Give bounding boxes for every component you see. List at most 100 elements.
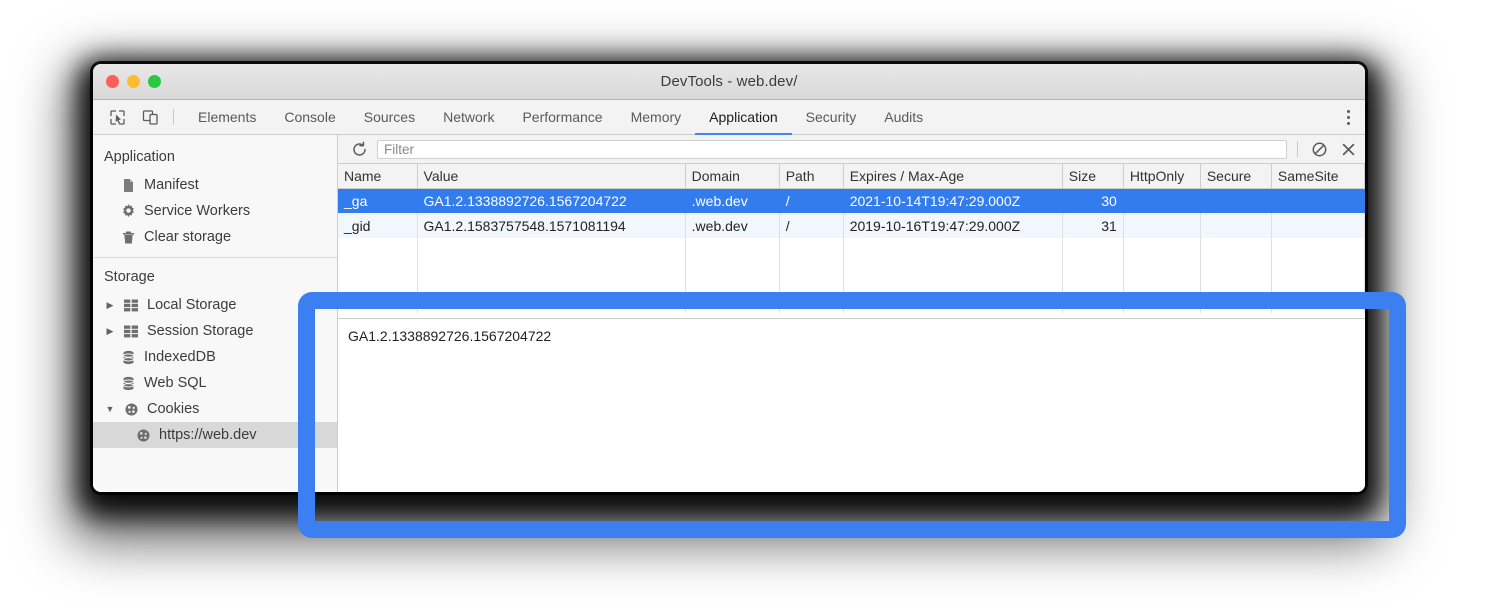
minimize-window-button[interactable] — [127, 75, 140, 88]
column-header-name[interactable]: Name — [338, 164, 417, 188]
cookie-icon — [123, 401, 140, 418]
devtools-body: Application Manifest Service — [93, 135, 1365, 492]
maximize-window-button[interactable] — [148, 75, 161, 88]
tab-bar-tool-icons — [93, 100, 173, 134]
column-header-domain[interactable]: Domain — [685, 164, 779, 188]
sidebar-item-session-storage[interactable]: ▶ Session Storage — [93, 318, 337, 344]
tab-memory[interactable]: Memory — [617, 100, 696, 135]
sidebar-item-label: Session Storage — [147, 323, 253, 339]
tab-bar-right-controls — [1330, 100, 1365, 134]
cell-secure — [1200, 188, 1271, 213]
cell-httponly — [1123, 213, 1200, 238]
sidebar-item-web-sql[interactable]: Web SQL — [93, 370, 337, 396]
tab-application[interactable]: Application — [695, 100, 792, 135]
table-empty-row — [338, 238, 1365, 263]
cell-secure — [1200, 213, 1271, 238]
clear-all-cookies-icon[interactable] — [1308, 138, 1330, 160]
chevron-right-icon[interactable]: ▶ — [104, 326, 116, 337]
cell-domain: .web.dev — [685, 213, 779, 238]
close-window-button[interactable] — [106, 75, 119, 88]
sidebar-item-local-storage[interactable]: ▶ Local Storage — [93, 292, 337, 318]
sidebar-item-cookies-web-dev[interactable]: https://web.dev — [93, 422, 337, 448]
sidebar-item-label: Clear storage — [144, 229, 231, 245]
window-title: DevTools - web.dev/ — [93, 73, 1365, 90]
traffic-light-buttons — [93, 75, 161, 88]
document-icon — [120, 177, 137, 194]
sidebar-item-label: Local Storage — [147, 297, 236, 313]
column-header-httponly[interactable]: HttpOnly — [1123, 164, 1200, 188]
table-header-row: Name Value Domain Path Expires / Max-Age… — [338, 164, 1365, 188]
inspect-element-icon[interactable] — [106, 106, 128, 128]
database-icon — [120, 375, 137, 392]
sidebar-group-storage-title: Storage — [93, 264, 337, 292]
sidebar-item-indexeddb[interactable]: IndexedDB — [93, 344, 337, 370]
cell-samesite — [1271, 213, 1364, 238]
cell-size: 30 — [1062, 188, 1123, 213]
sidebar-item-clear-storage[interactable]: Clear storage — [93, 224, 337, 250]
panel-tabs: Elements Console Sources Network Perform… — [174, 100, 1330, 134]
cookies-table: Name Value Domain Path Expires / Max-Age… — [338, 164, 1365, 313]
table-row[interactable]: _ga GA1.2.1338892726.1567204722 .web.dev… — [338, 188, 1365, 213]
delete-cookie-icon[interactable] — [1337, 138, 1359, 160]
toggle-device-toolbar-icon[interactable] — [139, 106, 161, 128]
tab-console[interactable]: Console — [270, 100, 349, 135]
database-icon — [120, 349, 137, 366]
sidebar-item-service-workers[interactable]: Service Workers — [93, 198, 337, 224]
sidebar-item-label: IndexedDB — [144, 349, 216, 365]
sidebar-divider — [93, 257, 337, 258]
sidebar-item-label: Cookies — [147, 401, 199, 417]
cookies-panel: Name Value Domain Path Expires / Max-Age… — [338, 135, 1365, 492]
filter-input[interactable] — [377, 140, 1287, 159]
chevron-down-icon[interactable]: ▼ — [104, 404, 116, 414]
column-header-size[interactable]: Size — [1062, 164, 1123, 188]
table-icon — [123, 297, 140, 314]
cell-name: _gid — [338, 213, 417, 238]
sidebar-item-cookies[interactable]: ▼ Cookies — [93, 396, 337, 422]
more-options-icon[interactable] — [1331, 110, 1365, 125]
cell-expires: 2019-10-16T19:47:29.000Z — [843, 213, 1062, 238]
tab-security[interactable]: Security — [792, 100, 871, 135]
tab-sources[interactable]: Sources — [350, 100, 429, 135]
tab-audits[interactable]: Audits — [870, 100, 937, 135]
sidebar-item-label: Web SQL — [144, 375, 207, 391]
toolbar-divider — [1297, 141, 1298, 157]
column-header-expires[interactable]: Expires / Max-Age — [843, 164, 1062, 188]
cell-samesite — [1271, 188, 1364, 213]
cell-domain: .web.dev — [685, 188, 779, 213]
cell-path: / — [779, 213, 843, 238]
cookies-toolbar — [338, 135, 1365, 164]
devtools-window: DevTools - web.dev/ Elements Console Sou… — [93, 64, 1365, 492]
tab-network[interactable]: Network — [429, 100, 508, 135]
tab-performance[interactable]: Performance — [508, 100, 616, 135]
devtools-tab-bar: Elements Console Sources Network Perform… — [93, 100, 1365, 135]
refresh-icon[interactable] — [348, 138, 370, 160]
cell-value: GA1.2.1338892726.1567204722 — [417, 188, 685, 213]
chevron-right-icon[interactable]: ▶ — [104, 300, 116, 311]
column-header-samesite[interactable]: SameSite — [1271, 164, 1364, 188]
tab-elements[interactable]: Elements — [184, 100, 270, 135]
cookie-value-preview[interactable]: GA1.2.1338892726.1567204722 — [338, 318, 1365, 492]
column-header-value[interactable]: Value — [417, 164, 685, 188]
cookies-table-container[interactable]: Name Value Domain Path Expires / Max-Age… — [338, 164, 1365, 318]
cell-value: GA1.2.1583757548.1571081194 — [417, 213, 685, 238]
title-bar: DevTools - web.dev/ — [93, 64, 1365, 100]
trash-icon — [120, 229, 137, 246]
table-empty-row — [338, 288, 1365, 313]
column-header-secure[interactable]: Secure — [1200, 164, 1271, 188]
table-empty-row — [338, 263, 1365, 288]
sidebar-item-label: Service Workers — [144, 203, 250, 219]
gear-icon — [120, 203, 137, 220]
sidebar-item-label: Manifest — [144, 177, 199, 193]
table-icon — [123, 323, 140, 340]
table-row[interactable]: _gid GA1.2.1583757548.1571081194 .web.de… — [338, 213, 1365, 238]
cell-size: 31 — [1062, 213, 1123, 238]
cookie-icon — [135, 427, 152, 444]
sidebar-item-manifest[interactable]: Manifest — [93, 172, 337, 198]
sidebar-item-label: https://web.dev — [159, 427, 257, 443]
sidebar-group-application-title: Application — [93, 144, 337, 172]
column-header-path[interactable]: Path — [779, 164, 843, 188]
cell-path: / — [779, 188, 843, 213]
application-sidebar: Application Manifest Service — [93, 135, 338, 492]
cell-name: _ga — [338, 188, 417, 213]
cell-httponly — [1123, 188, 1200, 213]
